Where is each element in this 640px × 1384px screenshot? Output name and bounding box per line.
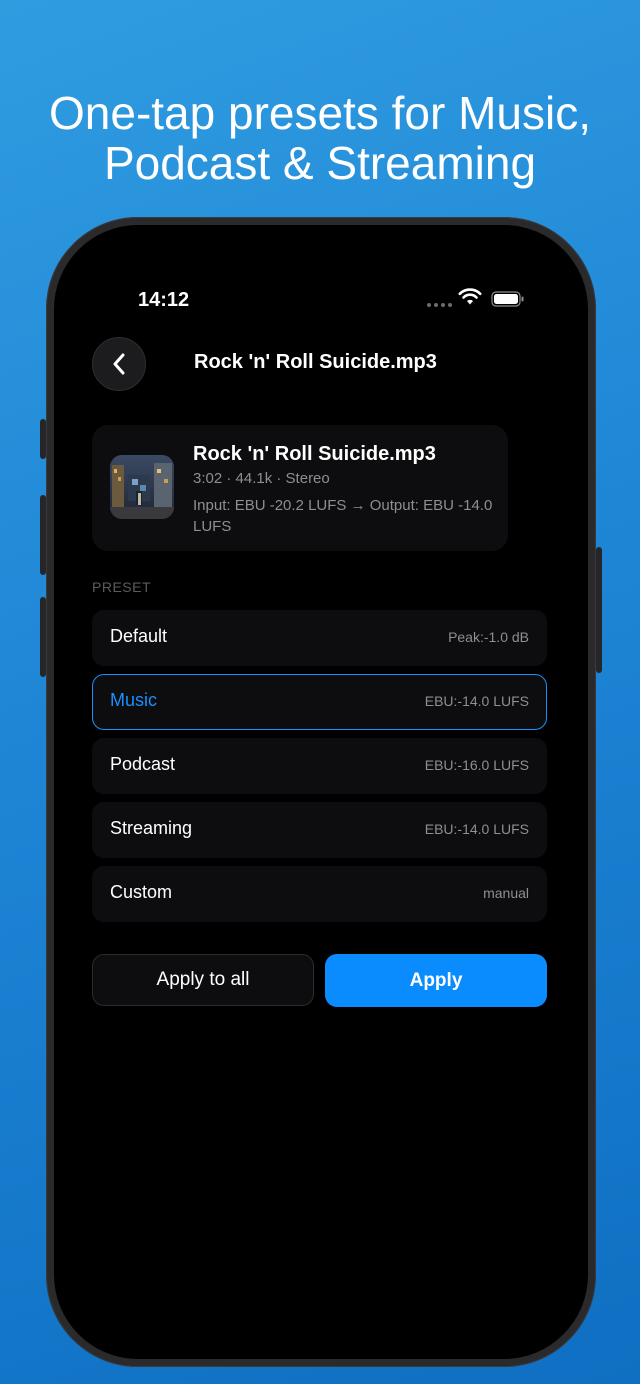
preset-row-podcast[interactable]: Podcast EBU:-16.0 LUFS	[92, 738, 547, 794]
preset-value: EBU:-14.0 LUFS	[424, 821, 529, 837]
headline-line-2: Podcast & Streaming	[103, 137, 537, 189]
wifi-icon	[458, 288, 482, 305]
apply-to-all-button[interactable]: Apply to all	[92, 954, 314, 1006]
phone-side-button-volume-up	[40, 495, 46, 575]
phone-frame: 14:12 Rock 'n' Roll Suicide.mp3 Rock 'n'…	[40, 217, 602, 1367]
phone-side-button-power	[596, 547, 602, 673]
battery-icon	[491, 291, 524, 307]
phone-side-button-silent	[40, 419, 46, 459]
chevron-left-icon	[113, 353, 125, 375]
preset-row-streaming[interactable]: Streaming EBU:-14.0 LUFS	[92, 802, 547, 858]
app-screen: 14:12 Rock 'n' Roll Suicide.mp3 Rock 'n'…	[54, 225, 588, 1359]
apply-button[interactable]: Apply	[325, 954, 547, 1007]
signal-dots-icon	[427, 303, 452, 307]
preset-value: Peak:-1.0 dB	[448, 629, 529, 645]
file-loudness: Input: EBU -20.2 LUFS → Output: EBU -14.…	[193, 497, 493, 535]
preset-name: Podcast	[110, 754, 176, 774]
preset-name: Streaming	[110, 818, 193, 838]
nav-title: Rock 'n' Roll Suicide.mp3	[194, 351, 437, 373]
file-meta: 3:02 · 44.1k · Stereo	[193, 470, 330, 487]
file-info-card: Rock 'n' Roll Suicide.mp3 3:02 · 44.1k ·…	[92, 425, 508, 551]
preset-row-music[interactable]: Music EBU:-14.0 LUFS	[92, 674, 547, 730]
headline-line-1: One-tap presets for Music,	[49, 87, 591, 139]
preset-row-default[interactable]: Default Peak:-1.0 dB	[92, 610, 547, 666]
album-art	[110, 455, 174, 519]
marketing-headline: One-tap presets for Music, Podcast & Str…	[0, 88, 640, 188]
phone-side-button-volume-down	[40, 597, 46, 677]
preset-value: EBU:-14.0 LUFS	[424, 693, 529, 709]
status-time: 14:12	[138, 289, 190, 311]
section-label-preset: PRESET	[92, 579, 152, 595]
preset-name: Music	[110, 690, 158, 710]
back-button[interactable]	[92, 337, 146, 391]
file-title: Rock 'n' Roll Suicide.mp3	[193, 443, 436, 465]
preset-value: manual	[483, 885, 529, 901]
preset-value: EBU:-16.0 LUFS	[424, 757, 529, 773]
preset-row-custom[interactable]: Custom manual	[92, 866, 547, 922]
preset-name: Custom	[110, 882, 173, 902]
preset-name: Default	[110, 626, 168, 646]
